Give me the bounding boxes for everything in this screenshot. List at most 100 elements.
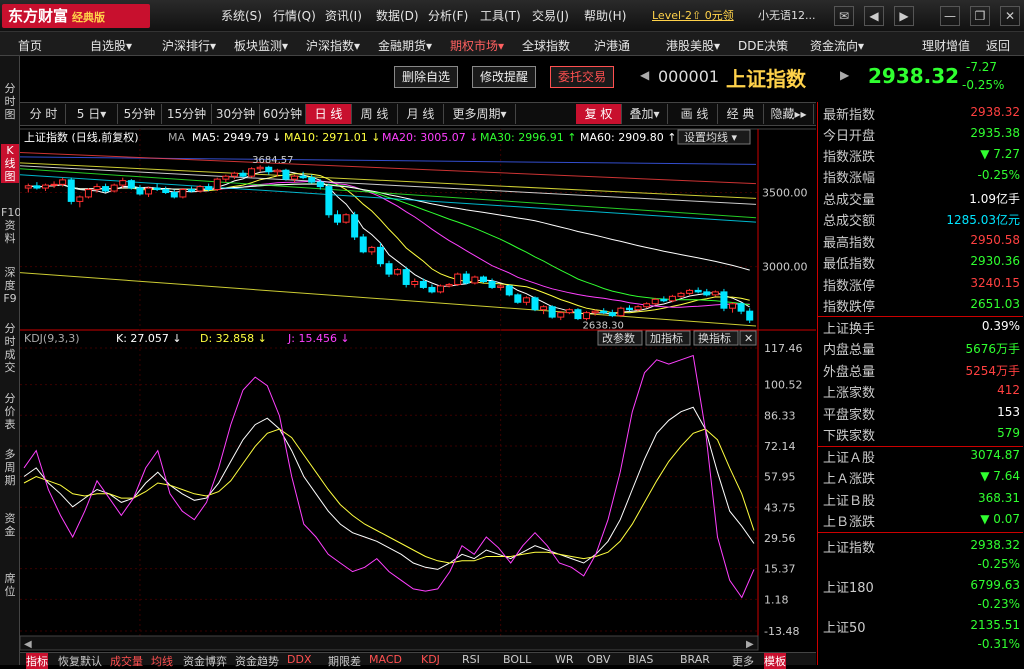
tab-multi-period[interactable]: 多周期	[1, 448, 19, 487]
candle-body	[729, 303, 737, 309]
candle-body	[591, 310, 599, 314]
period-30min[interactable]: 30分钟	[212, 104, 260, 124]
indicator-tab[interactable]: BRAR	[680, 653, 710, 666]
tab-capital[interactable]: 资金	[1, 512, 19, 538]
menu-system[interactable]: 系统(S)	[221, 7, 262, 24]
nav-ranking[interactable]: 沪深排行▾	[162, 37, 216, 54]
indicator-tab[interactable]: WR	[555, 653, 574, 666]
nav-capital-flow[interactable]: 资金流向▾	[810, 37, 864, 54]
nav-hk-connect[interactable]: 沪港通	[594, 37, 630, 54]
modify-alert-button[interactable]: 修改提醒	[472, 66, 536, 88]
tab-kline[interactable]: K线图	[1, 144, 19, 183]
indicator-tab[interactable]: 资金博弈	[183, 653, 227, 669]
menu-tools[interactable]: 工具(T)	[480, 7, 521, 24]
quote-value: ▼ 0.07	[980, 512, 1020, 526]
menu-news[interactable]: 资讯(I)	[325, 7, 362, 24]
menu-help[interactable]: 帮助(H)	[584, 7, 626, 24]
quote-label: 指数跌停	[823, 300, 876, 315]
indicator-tab[interactable]: 模板	[764, 653, 786, 669]
indicator-tab[interactable]: 更多	[732, 653, 754, 669]
candle-body	[239, 172, 247, 177]
indicator-tab[interactable]: 成交量	[110, 653, 143, 669]
tab-f10[interactable]: F10资料	[1, 206, 21, 245]
indicator-tab[interactable]: 均线	[151, 653, 173, 669]
menu-quotes[interactable]: 行情(Q)	[273, 7, 316, 24]
next-arrow-icon[interactable]: ▶	[840, 68, 849, 82]
adjust-button[interactable]: 复 权	[576, 104, 622, 124]
x-scrollbar[interactable]	[20, 635, 759, 651]
indicator-tab[interactable]: 指标	[26, 653, 48, 669]
indicator-tab[interactable]: DDX	[287, 653, 311, 666]
hide-button[interactable]: 隐藏▸▸	[764, 104, 814, 124]
tab-price-table[interactable]: 分价表	[1, 392, 19, 431]
nav-home[interactable]: 首页	[18, 37, 42, 54]
draw-line-button[interactable]: 画 线	[672, 104, 718, 124]
index-name[interactable]: 上证50	[823, 617, 866, 636]
nav-options[interactable]: 期权市场▾	[450, 37, 504, 54]
overlay-button[interactable]: 叠加▾	[622, 104, 668, 124]
indicator-tab[interactable]: MACD	[369, 653, 402, 666]
index-name[interactable]: 上证180	[823, 577, 874, 596]
entrust-trade-button[interactable]: 委托交易	[550, 66, 614, 88]
maximize-icon[interactable]: ❐	[970, 6, 990, 26]
period-5day[interactable]: 5 日▾	[66, 104, 118, 124]
level2-link[interactable]: Level-2⇧ 0元领	[652, 7, 734, 23]
panel-separator	[818, 532, 1023, 533]
kline-chart[interactable]: 3500.003000.00122016023684.572638.30117.…	[20, 126, 816, 652]
nav-wealth[interactable]: 理财增值	[922, 37, 970, 54]
mail-icon[interactable]: ✉	[834, 6, 854, 26]
tab-seats[interactable]: 席位	[1, 572, 19, 598]
candle-body	[41, 184, 49, 189]
quote-value: 2938.32	[970, 105, 1020, 119]
candle-body	[359, 236, 367, 253]
quote-label: 最高指数	[823, 236, 876, 251]
candle-body	[531, 297, 539, 311]
period-weekly[interactable]: 周 线	[352, 104, 398, 124]
nav-watchlist[interactable]: 自选股▾	[90, 37, 132, 54]
menu-trade[interactable]: 交易(J)	[532, 7, 569, 24]
close-icon[interactable]: ✕	[1000, 6, 1020, 26]
quote-value: 2651.03	[970, 297, 1020, 311]
tab-trades[interactable]: 分时成交	[1, 322, 19, 374]
minimize-icon[interactable]: —	[940, 6, 960, 26]
period-60min[interactable]: 60分钟	[260, 104, 306, 124]
scroll-right-icon[interactable]: ▶	[746, 639, 754, 650]
indicator-tab[interactable]: 期限差	[328, 653, 361, 669]
tab-depth[interactable]: 深度F9	[1, 266, 19, 305]
indicator-tab[interactable]: OBV	[587, 653, 610, 666]
user-name[interactable]: 小无语12...	[758, 7, 816, 23]
back-icon[interactable]: ◀	[864, 6, 884, 26]
period-monthly[interactable]: 月 线	[398, 104, 444, 124]
nav-back[interactable]: 返回	[986, 37, 1010, 54]
period-5min[interactable]: 5分钟	[118, 104, 162, 124]
candle-body	[419, 281, 427, 288]
indicator-tab[interactable]: RSI	[462, 653, 480, 666]
period-daily[interactable]: 日 线	[306, 104, 352, 124]
indicator-tab[interactable]: 恢复默认	[58, 653, 102, 669]
nav-index[interactable]: 沪深指数▾	[306, 37, 360, 54]
menu-analysis[interactable]: 分析(F)	[428, 7, 468, 24]
delete-watchlist-button[interactable]: 删除自选	[394, 66, 458, 88]
period-more[interactable]: 更多周期▾	[444, 104, 516, 124]
nav-dde[interactable]: DDE决策	[738, 37, 788, 54]
classic-button[interactable]: 经 典	[718, 104, 764, 124]
nav-sector[interactable]: 板块监测▾	[234, 37, 288, 54]
tab-timeshare[interactable]: 分时图	[1, 82, 19, 121]
prev-arrow-icon[interactable]: ◀	[640, 68, 649, 82]
period-timeshare[interactable]: 分 时	[22, 104, 66, 124]
index-name[interactable]: 上证指数	[823, 537, 875, 556]
indicator-tab[interactable]: 资金趋势	[235, 653, 279, 669]
forward-icon[interactable]: ▶	[894, 6, 914, 26]
quote-label: 平盘家数	[823, 408, 876, 423]
scroll-left-icon[interactable]: ◀	[24, 639, 32, 650]
nav-global[interactable]: 全球指数	[522, 37, 570, 54]
period-15min[interactable]: 15分钟	[162, 104, 212, 124]
indicator-tab[interactable]: BOLL	[503, 653, 531, 666]
indicator-tab[interactable]: BIAS	[628, 653, 653, 666]
menu-data[interactable]: 数据(D)	[376, 7, 419, 24]
candle-body	[84, 189, 92, 198]
nav-futures[interactable]: 金融期货▾	[378, 37, 432, 54]
kdj-tick-label: 86.33	[764, 409, 796, 422]
indicator-tab[interactable]: KDJ	[421, 653, 440, 666]
nav-hk-us[interactable]: 港股美股▾	[666, 37, 720, 54]
